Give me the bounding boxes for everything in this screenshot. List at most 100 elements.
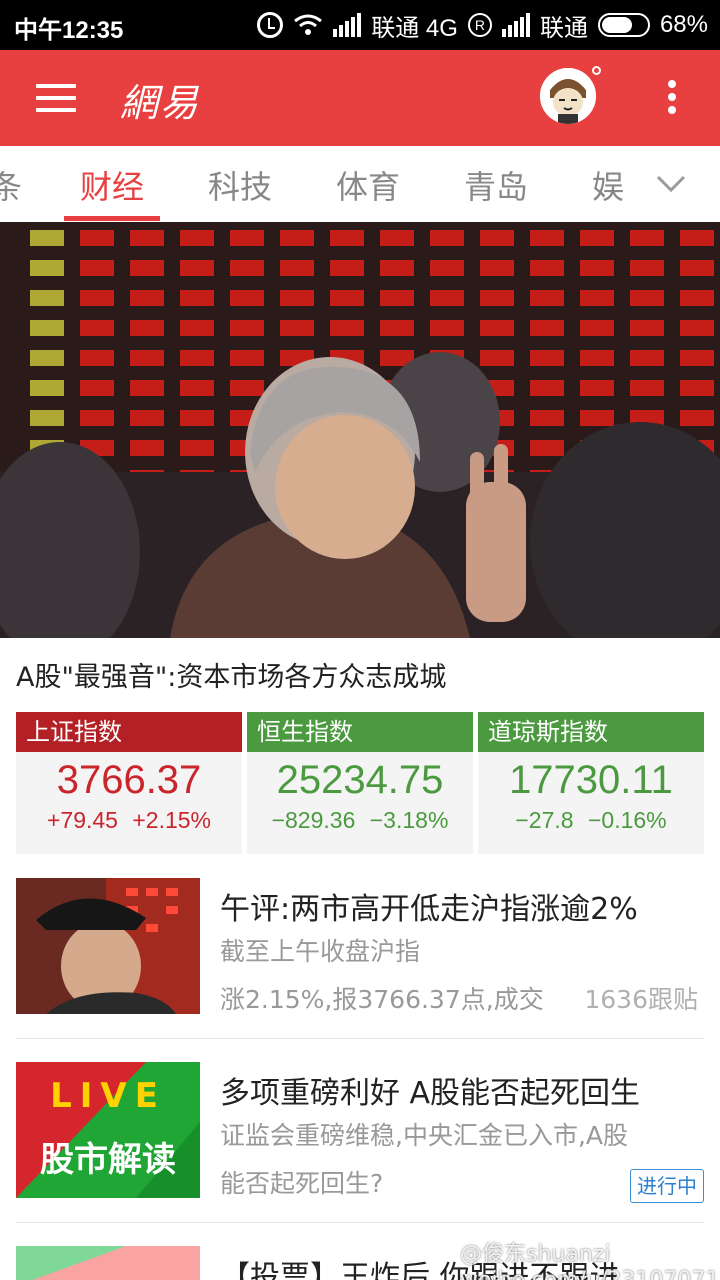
led-cell [180,410,214,426]
tab-finance[interactable]: 财经 [80,162,144,208]
led-cell [80,230,114,246]
notification-dot-icon [592,66,601,75]
category-tabs: 条 财经 科技 体育 青岛 娱 [0,146,720,222]
list-item[interactable]: 午评:两市高开低走沪指涨逾2% 截至上午收盘沪指 涨2.15%,报3766.37… [0,878,720,1018]
led-cell [630,320,664,336]
hero-headline[interactable]: A股"最强音":资本市场各方众志成城 [16,655,446,694]
tab-tech[interactable]: 科技 [208,162,272,208]
tab-qingdao[interactable]: 青岛 [464,162,528,208]
menu-icon[interactable] [36,84,76,112]
status-bar: 中午12:35 联通 4G R 联通 68% [0,0,720,50]
led-cell [230,350,264,366]
led-cell [630,260,664,276]
index-change: −27.8 −0.16% [515,807,667,833]
tab-sports[interactable]: 体育 [336,162,400,208]
led-cell [180,440,214,456]
led-cell [480,230,514,246]
led-cell [430,320,464,336]
led-cell [580,350,614,366]
thumbnail-caption: 股市解读 [40,1140,176,1180]
avatar-face-icon [540,68,596,124]
alarm-icon [257,12,284,38]
led-cell [230,380,264,396]
led-cell [530,350,564,366]
led-cell [430,230,464,246]
led-cell [680,350,714,366]
led-cell [180,290,214,306]
led-cell [130,440,164,456]
index-card-hangseng[interactable]: 恒生指数 25234.75 −829.36 −3.18% [247,712,473,854]
list-item[interactable]: LIVE 股市解读 多项重磅利好 A股能否起死回生 证监会重磅维稳,中央汇金已入… [0,1062,720,1202]
led-cell [230,290,264,306]
led-cell [230,320,264,336]
news-thumbnail: LIVE 股市解读 [16,1062,200,1198]
led-cell [130,410,164,426]
led-cell [30,260,64,276]
led-cell [530,260,564,276]
led-cell [530,290,564,306]
signal-icon-2 [501,13,530,37]
carrier-2: 联通 [539,14,588,42]
led-cell [80,290,114,306]
index-card-dowjones[interactable]: 道琼斯指数 17730.11 −27.8 −0.16% [478,712,704,854]
led-cell [130,380,164,396]
index-card-shanghai[interactable]: 上证指数 3766.37 +79.45 +2.15% [16,712,242,854]
led-cell [430,260,464,276]
led-cell [630,350,664,366]
wifi-icon [294,14,323,35]
led-cell [530,410,564,426]
hero-image[interactable] [0,222,720,638]
led-cell [180,260,214,276]
led-cell [80,410,114,426]
led-cell [630,290,664,306]
led-cell [580,380,614,396]
led-cell [680,230,714,246]
led-cell [180,320,214,336]
tab-entertainment[interactable]: 娱 [592,162,624,208]
app-bar: 網易 [0,50,720,146]
led-cell [580,320,614,336]
led-cell [130,320,164,336]
led-cell [680,320,714,336]
index-name: 恒生指数 [247,712,473,752]
led-cell [180,380,214,396]
avatar[interactable] [540,68,596,124]
led-cell [30,380,64,396]
led-cell [30,320,64,336]
led-cell [480,350,514,366]
tab-headline[interactable]: 条 [0,162,22,208]
led-cell [280,260,314,276]
news-thumbnail [16,878,200,1014]
thumbnail-live-text: LIVE [50,1076,166,1116]
led-cell [180,230,214,246]
led-cell [680,380,714,396]
watermark: @俊东shuanzi weibo.com/u/2310707120 [460,1242,720,1280]
led-cell [330,260,364,276]
led-cell [130,230,164,246]
led-cell [80,320,114,336]
index-name: 道琼斯指数 [478,712,704,752]
led-cell [530,320,564,336]
signal-icon [333,13,362,37]
led-cell [430,290,464,306]
more-options-icon[interactable] [666,80,678,120]
led-cell [680,290,714,306]
led-cell [130,260,164,276]
chevron-down-icon[interactable] [656,168,686,198]
index-value: 3766.37 [56,758,202,802]
led-cell [680,410,714,426]
led-cell [380,230,414,246]
led-cell [330,230,364,246]
led-cell [80,380,114,396]
led-cell [480,260,514,276]
active-tab-indicator [64,216,160,221]
battery-icon [597,13,650,37]
comment-count: 1636跟贴 [584,985,698,1014]
led-cell [130,350,164,366]
led-cell [380,260,414,276]
index-value: 17730.11 [509,758,673,802]
led-cell [530,230,564,246]
news-title: 午评:两市高开低走沪指涨逾2% [220,892,638,927]
stock-market-photo [0,222,720,638]
status-time: 中午12:35 [14,17,124,44]
